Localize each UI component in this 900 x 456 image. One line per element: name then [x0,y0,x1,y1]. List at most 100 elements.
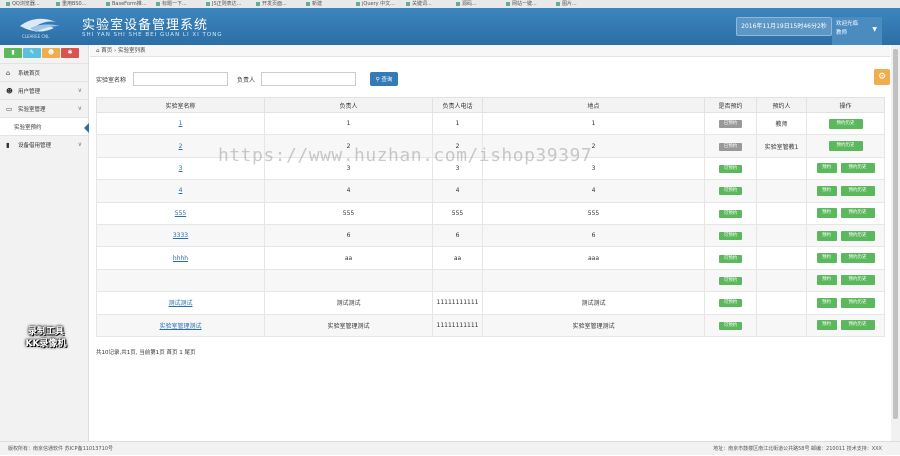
column-header: 预约人 [756,97,807,113]
breadcrumb-home[interactable]: 首页 [101,48,112,54]
table-row: 可预约 预约 预约历史 [96,268,885,293]
table-body: 1 1 1 1 已预约 教师 预约历史 2 2 2 2 已预约 实验室管教1 预约历史 3 3 3 3 可预约 预约预… [96,111,885,337]
reserve-history-button[interactable]: 预约历史 [840,185,875,196]
lab-name-link[interactable]: 4 [179,187,183,194]
reserve-history-button[interactable]: 预约历史 [840,208,875,219]
place-cell: 555 [587,209,600,217]
column-header: 地点 [482,97,705,113]
reserve-button[interactable]: 预约 [816,163,837,174]
reserve-button[interactable]: 预约 [816,297,837,308]
sidebar-item-lab-manage[interactable]: ▭ 实验室管理 ∨ [0,99,88,117]
browser-tab[interactable]: jQuery 中文... [356,0,400,8]
person-input[interactable] [261,72,356,86]
browser-tab[interactable]: 开发页面... [256,0,300,8]
reserve-history-button[interactable]: 预约历史 [828,141,863,152]
browser-tab[interactable]: 新建 [306,0,350,8]
reserve-button[interactable]: 预约 [816,253,837,264]
svg-text:CLEAREE CNL: CLEAREE CNL [22,34,50,39]
users-icon: ☻ [6,87,13,95]
reserve-history-button[interactable]: 预约历史 [840,275,875,286]
sidebar-item-borrow-manage[interactable]: ▮ 设备借用管理 ∨ [0,135,88,153]
footer-copyright: 版权所有：南京信通软件 苏ICP备11013710号 [8,446,114,452]
actions-cell: 预约历史 [806,134,885,158]
status-badge: 可预约 [719,276,742,285]
phone-cell: 555 [451,209,464,217]
tab-favicon-icon [6,1,10,6]
lab-table: 实验室名称 负责人 负责人电话 地点 是否预约 预约人 操作 1 1 1 1 已预约 教师 预约历史 2 2… [96,97,885,337]
status-badge: 可预约 [719,209,742,218]
tab-favicon-icon [556,1,560,6]
reserve-history-button[interactable]: 预约历史 [840,230,875,241]
app-header: CLEAREE CNL 实验室设备管理系统 SHI YAN SHI SHE BE… [0,8,900,47]
table-row: 测试测试 测试测试 11111111111 测试测试 可预约 预约 预约历史 [96,291,885,315]
chevron-down-icon: ∨ [77,87,82,94]
browser-tab[interactable]: 标题一下... [156,0,200,8]
reserve-history-button[interactable]: 预约历史 [828,118,863,129]
status-badge: 已预约 [719,142,742,151]
phone-cell: 2 [455,142,460,150]
browser-tab[interactable]: 源码... [456,0,500,8]
tab-favicon-icon [406,1,410,6]
lab-name-link[interactable]: 1 [179,120,183,127]
lab-name-input[interactable] [133,72,228,86]
stats-shortcut-button[interactable]: ▮ [4,48,22,58]
settings-gear-icon[interactable]: ⚙ [874,69,890,85]
phone-cell: 3 [455,164,460,172]
browser-tab[interactable]: 图片... [556,0,600,8]
recorder-watermark: 录制工具 KK录像机 [25,327,67,349]
lab-name-link[interactable]: 3333 [173,232,188,239]
scrollbar-thumb[interactable] [893,49,898,419]
reserve-button[interactable]: 预约 [816,275,837,286]
table-row: 3 3 3 3 可预约 预约 预约历史 [96,156,885,181]
browser-tab[interactable]: 网站一键... [506,0,550,8]
user-menu[interactable]: 欢迎光临 教师 ▼ [832,17,882,47]
reserve-button[interactable]: 预约 [816,230,837,241]
reserve-button[interactable]: 预约 [816,320,837,331]
reserve-history-button[interactable]: 预约历史 [840,163,875,174]
reserve-history-button[interactable]: 预约历史 [840,320,875,331]
settings-shortcut-button[interactable]: ✱ [61,48,79,58]
phone-cell: 4 [455,187,460,195]
browser-tab[interactable]: 重用BS0... [56,0,100,8]
sidebar-item-home[interactable]: ⌂ 系统首页 [0,63,88,81]
reserve-button[interactable]: 预约 [816,185,837,196]
tab-favicon-icon [356,1,360,6]
query-button[interactable]: ⚲ 查询 [370,72,398,86]
column-header: 负责人 [264,97,433,113]
users-shortcut-button[interactable]: ☻ [42,48,60,58]
browser-tab[interactable]: QQ浏览器... [6,0,50,8]
pagination-info: 共10记录,共1页, 当前第1页 首页 1 尾页 [96,350,196,356]
person-cell: aa [344,254,353,262]
reserve-history-button[interactable]: 预约历史 [840,297,875,308]
table-header-row: 实验室名称 负责人 负责人电话 地点 是否预约 预约人 操作 [96,97,885,113]
table-row: 1 1 1 1 已预约 教师 预约历史 [96,111,885,136]
tab-favicon-icon [256,1,260,6]
reserve-button[interactable]: 预约 [816,208,837,219]
scrollbar[interactable] [891,45,900,441]
browser-tab[interactable]: JS正则表达... [206,0,250,8]
lab-name-link[interactable]: 555 [175,210,186,217]
main-content: ⌂ 首页 › 实验室列表 ⚙ 实验室名称 负责人 ⚲ 查询 实验室名称 负责人 负责… [90,45,890,441]
caret-down-icon: ▼ [872,26,877,33]
column-header: 实验室名称 [96,97,265,113]
lab-name-link[interactable]: 实验室管理测试 [159,323,201,330]
browser-tab[interactable]: BaseForm推... [106,0,150,8]
status-badge: 可预约 [719,187,742,196]
person-cell: 2 [346,142,351,150]
reserve-history-button[interactable]: 预约历史 [840,253,875,264]
status-badge: 可预约 [719,299,742,308]
lab-name-link[interactable]: 2 [179,143,183,150]
lab-name-link[interactable]: 3 [179,165,183,172]
lab-name-link[interactable]: hhhh [173,255,188,262]
lab-name-link[interactable]: 测试测试 [168,300,192,307]
sidebar-item-lab-reserve[interactable]: 实验室预约 [0,117,89,135]
browser-tab[interactable]: 关键词... [406,0,450,8]
system-subtitle: SHI YAN SHI SHE BEI GUAN LI XI TONG [82,32,223,38]
person-cell: 555 [342,209,355,217]
sidebar-item-users[interactable]: ☻ 用户管理 ∨ [0,81,88,99]
edit-shortcut-button[interactable]: ✎ [23,48,41,58]
breadcrumb-current: 实验室列表 [117,48,146,54]
chevron-down-icon: ∨ [77,105,82,112]
lab-name-label: 实验室名称 [96,77,127,84]
logo-icon: CLEAREE CNL [20,18,60,39]
